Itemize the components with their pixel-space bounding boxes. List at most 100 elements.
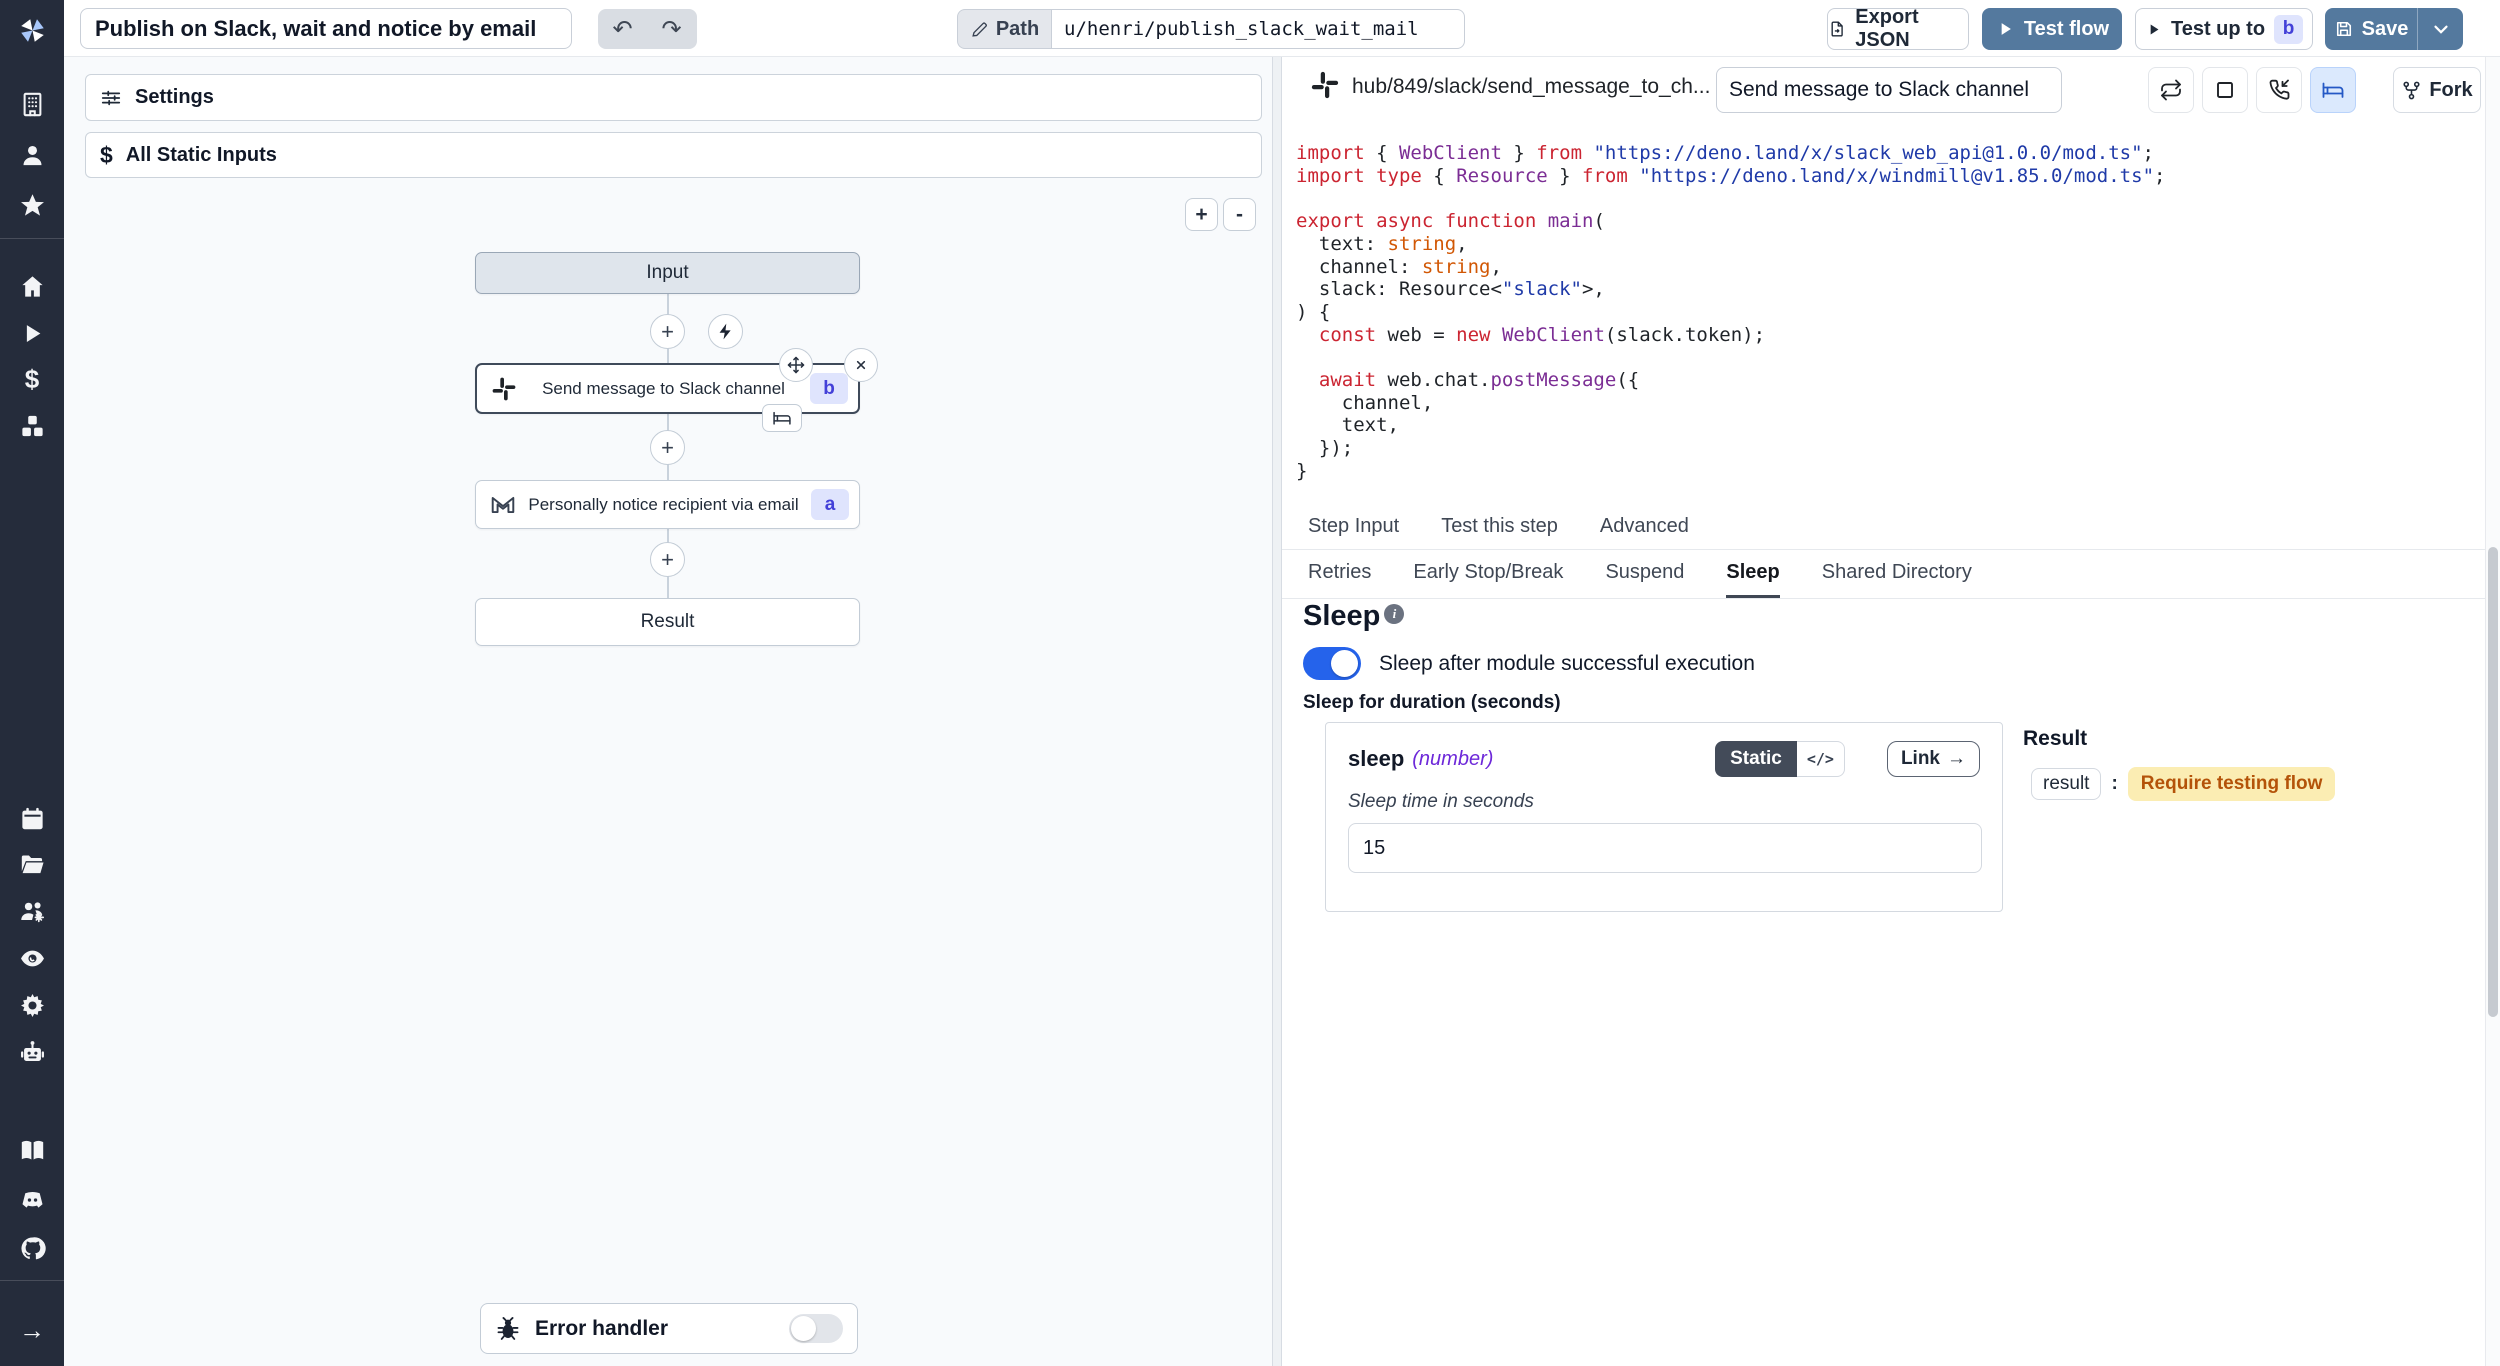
topbar: ↶ ↷ Path Export JSON Test flow Test up t… [64, 0, 2500, 57]
test-up-to-button[interactable]: Test up to b [2135, 8, 2313, 50]
subtab-shared-directory[interactable]: Shared Directory [1822, 550, 1972, 598]
save-label: Save [2362, 18, 2409, 41]
discord-icon[interactable] [0, 1182, 64, 1218]
arrow-right-icon[interactable]: → [0, 1312, 64, 1348]
redo-icon: ↷ [661, 15, 681, 44]
delete-step-button[interactable] [844, 348, 878, 382]
user-icon[interactable] [0, 137, 64, 173]
test-flow-button[interactable]: Test flow [1982, 8, 2122, 50]
gear-icon[interactable] [0, 987, 64, 1023]
users-gear-icon[interactable] [0, 893, 64, 929]
tab-step-input[interactable]: Step Input [1308, 507, 1399, 549]
calendar-icon[interactable] [0, 800, 64, 836]
home-icon[interactable] [0, 268, 64, 304]
subtab-suspend[interactable]: Suspend [1605, 550, 1684, 598]
result-row: result : Require testing flow [2031, 767, 2473, 801]
book-icon[interactable] [0, 1132, 64, 1168]
plus-icon: + [661, 435, 674, 461]
settings-label: Settings [135, 86, 214, 109]
scrollbar-thumb[interactable] [2488, 547, 2498, 1017]
redo-button[interactable]: ↷ [647, 9, 696, 49]
zoom-out-button[interactable]: - [1223, 198, 1256, 231]
all-static-inputs-section[interactable]: $ All Static Inputs [85, 132, 1262, 178]
result-value-badge: Require testing flow [2128, 767, 2336, 801]
sidebar-divider [0, 1280, 64, 1281]
info-icon[interactable]: i [1384, 604, 1404, 624]
static-segment-button[interactable]: Static [1715, 741, 1797, 777]
slack-step-label: Send message to Slack channel [517, 379, 810, 399]
code-line: channel: string, [1296, 256, 2480, 279]
flow-node-input[interactable]: Input [475, 252, 860, 294]
folder-icon[interactable] [0, 846, 64, 882]
code-editor[interactable]: import { WebClient } from "https://deno.… [1296, 142, 2480, 483]
trigger-bolt-button[interactable] [708, 314, 743, 349]
subtab-retries[interactable]: Retries [1308, 550, 1371, 598]
eye-icon[interactable] [0, 940, 64, 976]
flow-title-input[interactable] [80, 8, 572, 49]
fork-label: Fork [2429, 79, 2472, 102]
subtab-sleep[interactable]: Sleep [1726, 550, 1779, 598]
subtab-early-stop-break[interactable]: Early Stop/Break [1413, 550, 1563, 598]
error-handler-node[interactable]: Error handler [480, 1303, 858, 1354]
github-icon[interactable] [0, 1230, 64, 1266]
code-segment-button[interactable]: </> [1797, 741, 1845, 777]
hub-script-path: hub/849/slack/send_message_to_ch... [1352, 75, 1710, 99]
plus-icon: + [661, 319, 674, 345]
link-button[interactable]: Link → [1887, 741, 1980, 777]
undo-button[interactable]: ↶ [598, 9, 647, 49]
flow-node-result[interactable]: Result [475, 598, 860, 646]
flow-graph-panel: Settings $ All Static Inputs + - Input +… [64, 57, 1272, 1366]
sleep-section-heading: Sleep i [1303, 600, 1404, 633]
scrollbar[interactable] [2485, 57, 2500, 1366]
tab-advanced[interactable]: Advanced [1600, 507, 1689, 549]
plus-icon: + [1195, 203, 1207, 227]
minus-icon: - [1236, 203, 1243, 227]
windmill-flow-editor: $ → [0, 0, 2500, 1366]
play-icon[interactable] [0, 315, 64, 351]
input-node-label: Input [476, 262, 859, 284]
insert-step-button[interactable]: + [650, 542, 685, 577]
sleep-seconds-input[interactable] [1348, 823, 1982, 873]
insert-step-button[interactable]: + [650, 430, 685, 465]
slack-icon [491, 376, 517, 402]
step-name-input[interactable] [1716, 67, 2062, 113]
settings-section[interactable]: Settings [85, 74, 1262, 121]
windmill-logo-icon[interactable] [0, 12, 64, 48]
insert-step-button[interactable]: + [650, 314, 685, 349]
save-dropdown-button[interactable] [2417, 8, 2463, 50]
result-key-chip[interactable]: result [2031, 768, 2101, 800]
step-badge: b [2274, 15, 2303, 44]
code-line [1296, 346, 2480, 369]
sleep-toggle[interactable] [1303, 647, 1361, 680]
save-button[interactable]: Save [2325, 8, 2417, 50]
code-line: export async function main( [1296, 210, 2480, 233]
path-edit-button[interactable]: Path [957, 9, 1051, 49]
dollar-icon[interactable]: $ [0, 361, 64, 397]
cubes-icon[interactable] [0, 408, 64, 444]
building-icon[interactable] [0, 86, 64, 122]
zoom-in-button[interactable]: + [1185, 198, 1218, 231]
path-input[interactable] [1051, 9, 1465, 49]
code-line: channel, [1296, 392, 2480, 415]
move-step-button[interactable] [779, 348, 813, 382]
sleep-indicator-chip[interactable] [762, 404, 802, 432]
panel-resize-gutter[interactable] [1272, 57, 1282, 1366]
sliders-icon [100, 87, 122, 109]
error-handler-toggle[interactable] [789, 1314, 843, 1343]
robot-icon[interactable] [0, 1034, 64, 1070]
code-line: } [1296, 460, 2480, 483]
tab-test-this-step[interactable]: Test this step [1441, 507, 1558, 549]
suspend-icon-button[interactable] [2256, 67, 2302, 113]
play-icon [1995, 19, 2015, 39]
chevron-down-icon [2430, 18, 2452, 40]
sleep-icon-button[interactable] [2310, 67, 2356, 113]
export-json-button[interactable]: Export JSON [1827, 8, 1969, 50]
step-id-badge: a [811, 489, 849, 520]
plus-icon: + [661, 547, 674, 573]
early-stop-icon-button[interactable] [2202, 67, 2248, 113]
flow-node-email-step[interactable]: Personally notice recipient via email a [475, 480, 860, 529]
fork-button[interactable]: Fork [2393, 67, 2481, 113]
star-icon[interactable] [0, 187, 64, 223]
retries-icon-button[interactable] [2148, 67, 2194, 113]
all-static-inputs-label: All Static Inputs [126, 144, 277, 167]
